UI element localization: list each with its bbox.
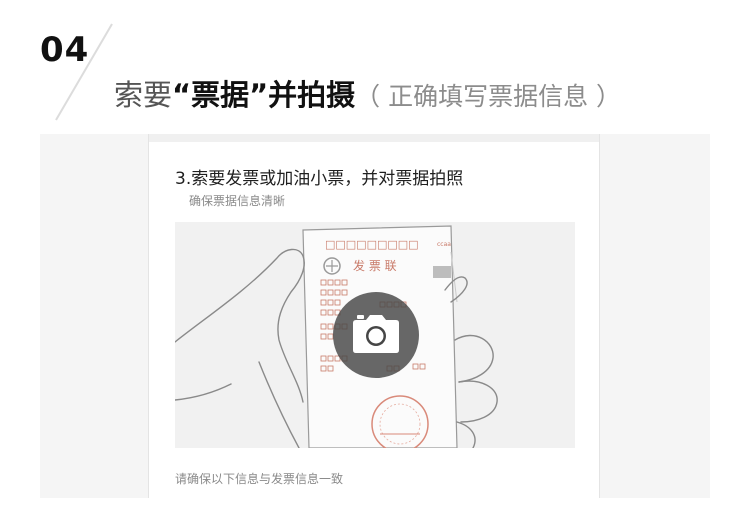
instruction-card: 3.索要发票或加油小票，并对票据拍照 确保票据信息清晰 □□□□□□□□□ cc…: [148, 134, 600, 498]
card-title: 3.索要发票或加油小票，并对票据拍照: [175, 169, 464, 189]
content-panel: 3.索要发票或加油小票，并对票据拍照 确保票据信息清晰 □□□□□□□□□ cc…: [40, 134, 710, 498]
page-title: 索要“票据”并拍摄（ 正确填写票据信息 ）: [114, 72, 621, 114]
title-subtitle: （ 正确填写票据信息 ）: [355, 82, 622, 111]
camera-icon: [353, 315, 399, 353]
receipt-header-text: 发 票 联: [353, 258, 397, 273]
receipt-photo-area[interactable]: □□□□□□□□□ ccaa 发 票 联: [175, 222, 575, 448]
step-number: 04: [40, 30, 90, 70]
card-subtitle: 确保票据信息清晰: [189, 194, 286, 208]
card-top-strip: [149, 134, 599, 142]
title-quoted: “票据”: [172, 78, 269, 112]
receipt-code-suffix: ccaa: [437, 241, 451, 248]
camera-button[interactable]: [333, 292, 419, 378]
receipt-code: □□□□□□□□□: [325, 238, 419, 251]
title-middle: 并拍摄: [268, 78, 356, 112]
card-footer-note: 请确保以下信息与发票信息一致: [175, 472, 344, 486]
title-prefix: 索要: [114, 78, 173, 112]
